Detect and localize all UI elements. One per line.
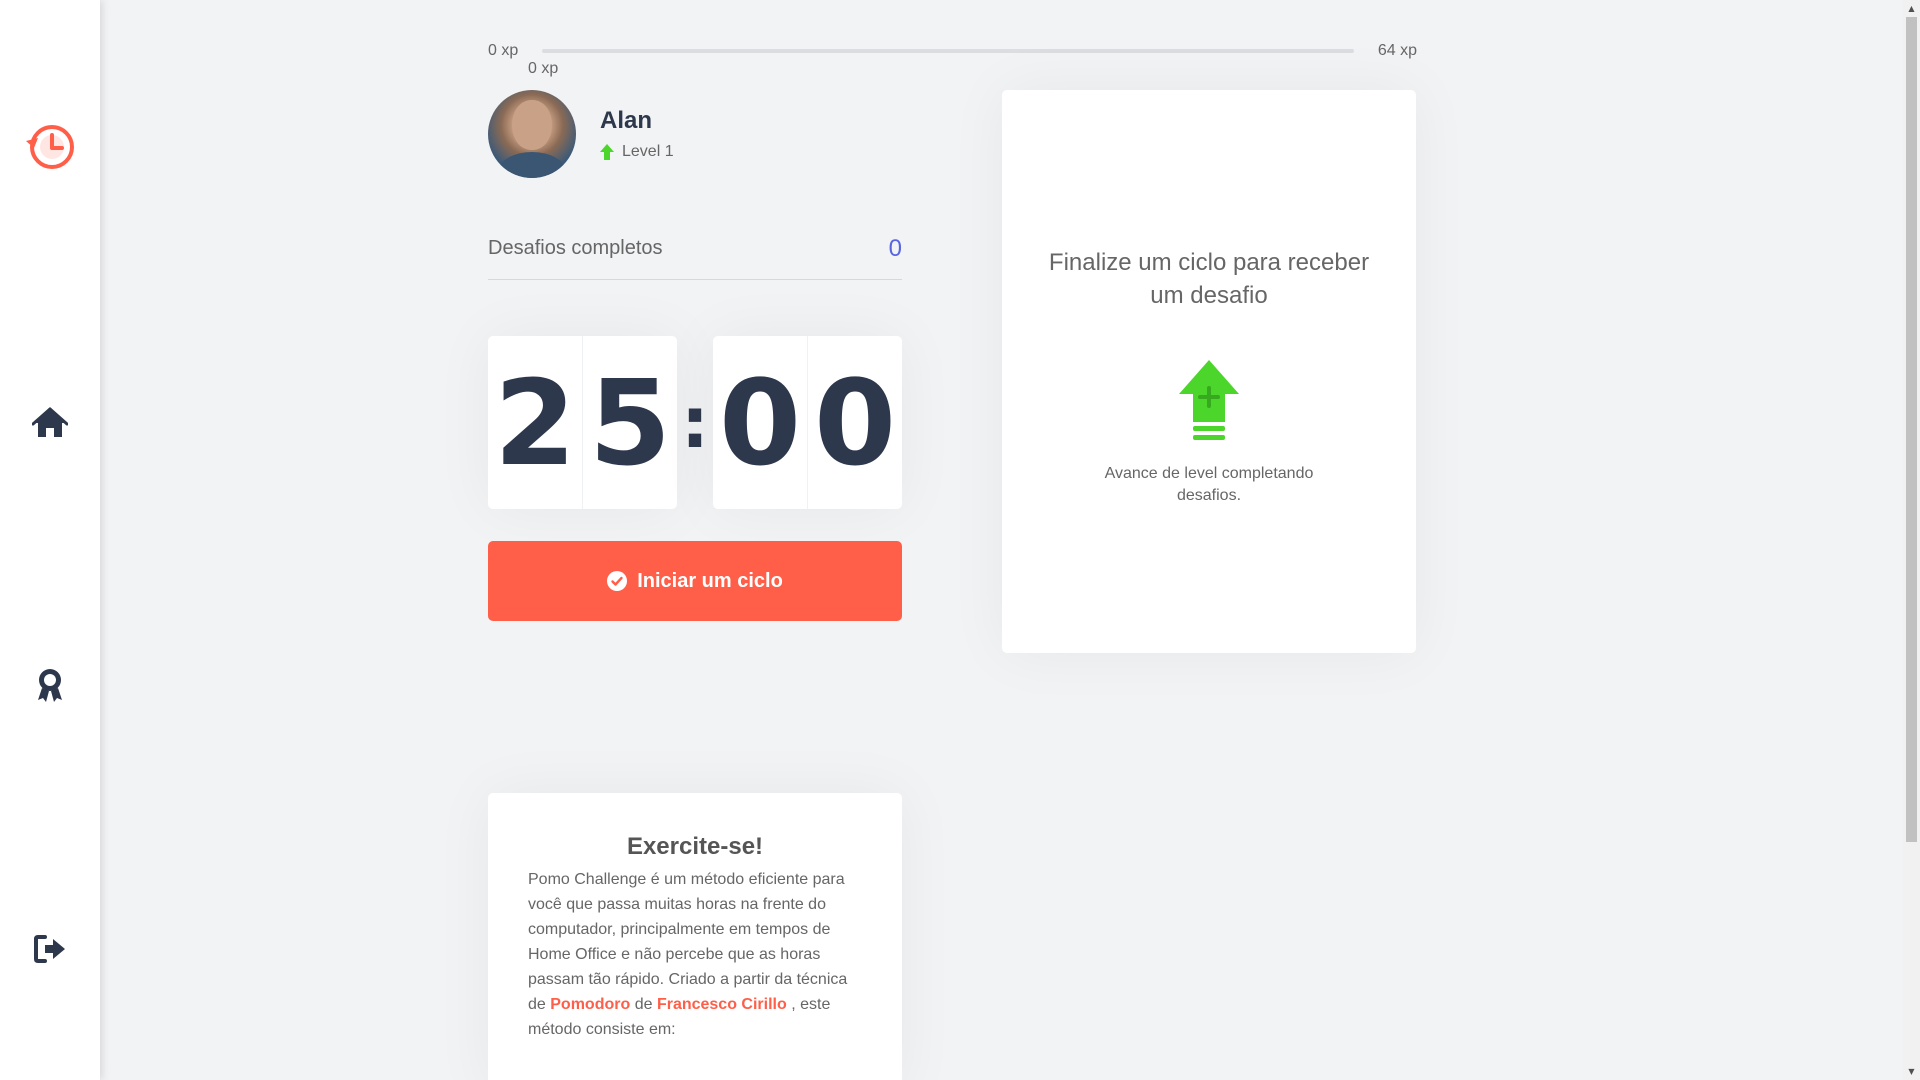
countdown-minutes: 2 5 [488,336,677,509]
check-circle-icon [607,571,628,591]
scroll-down-arrow-icon[interactable]: ▼ [1903,1063,1920,1080]
level-up-icon [1179,360,1239,447]
start-cycle-button[interactable]: Iniciar um ciclo [488,541,902,621]
scrollbar-thumb[interactable] [1906,17,1917,842]
home-icon[interactable] [20,393,80,453]
completed-challenges-label: Desafios completos [488,237,663,259]
profile-level: Level 1 [600,143,674,161]
scrollbar[interactable]: ▲ ▼ [1903,0,1920,1080]
countdown-seconds: 0 0 [713,336,902,509]
logout-icon[interactable] [20,919,80,979]
countdown-minute-tens: 2 [493,353,577,492]
countdown: 2 5 : 0 0 [488,336,902,509]
xp-min-label: 0 xp [488,42,519,59]
countdown-second-tens: 0 [718,353,802,492]
countdown-minute-ones: 5 [582,336,677,509]
exercise-text-part1: Pomo Challenge é um método eficiente par… [528,871,848,1013]
challenge-box: Finalize um ciclo para receber um desafi… [1002,90,1416,653]
avatar [488,90,576,178]
level-label: Level 1 [622,143,674,160]
challenge-title: Finalize um ciclo para receber um desafi… [1048,249,1370,309]
experience-bar: 0 xp 64 xp [488,40,1417,62]
start-cycle-label: Iniciar um ciclo [637,569,783,592]
pomodoro-link[interactable]: Pomodoro [550,996,630,1013]
countdown-separator: : [681,381,709,464]
francesco-cirillo-link[interactable]: Francesco Cirillo [657,996,787,1013]
exercise-text-part2: de [630,996,657,1013]
xp-current-label: 0 xp [528,60,559,77]
exercise-card: Exercite-se! Pomo Challenge é um método … [488,793,902,1080]
level-up-arrow-icon [600,144,614,160]
profile: Alan Level 1 [488,90,674,178]
challenge-hint: Avance de level completando desafios. [1104,465,1314,504]
award-icon[interactable] [20,655,80,715]
countdown-second-ones: 0 [807,336,902,509]
xp-max-label: 64 xp [1377,42,1417,59]
profile-name: Alan [600,107,653,134]
sidebar [0,0,100,1080]
completed-challenges-count: 0 [888,234,902,262]
profile-info: Alan Level 1 [600,107,674,161]
xp-track [542,49,1354,53]
completed-challenges: Desafios completos 0 [488,232,902,280]
exercise-title: Exercite-se! [626,833,764,860]
history-clock-icon[interactable] [20,115,80,175]
scroll-up-arrow-icon[interactable]: ▲ [1903,0,1920,17]
exercise-description: Pomo Challenge é um método eficiente par… [528,867,862,1042]
